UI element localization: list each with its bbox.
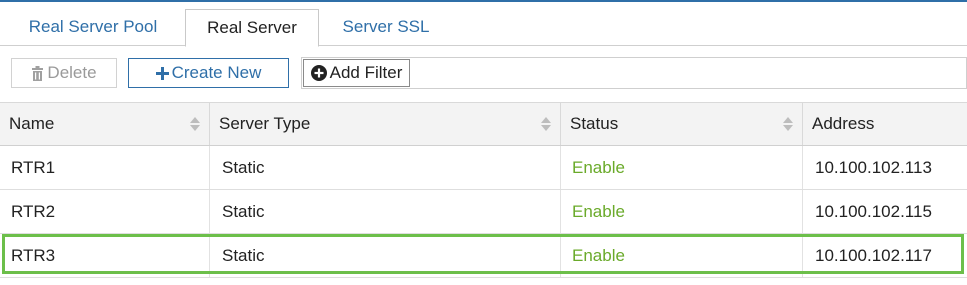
plus-circle-icon xyxy=(310,65,327,81)
create-new-button[interactable]: Create New xyxy=(128,58,289,88)
cell-server-type: Static xyxy=(210,146,561,189)
delete-button[interactable]: Delete xyxy=(11,58,117,88)
plus-icon xyxy=(155,66,169,80)
tab-real-server-pool[interactable]: Real Server Pool xyxy=(0,9,186,46)
cell-server-type: Static xyxy=(210,190,561,233)
cell-address: 10.100.102.113 xyxy=(815,158,932,177)
table-row[interactable]: RTR3 Static Enable 10.100.102.117 xyxy=(0,234,967,278)
cell-address: 10.100.102.115 xyxy=(815,202,932,221)
table-header: Name Server Type Status Address xyxy=(0,102,967,146)
cell-status: Enable xyxy=(561,190,803,233)
sort-icon xyxy=(190,117,200,131)
cell-address: 10.100.102.117 xyxy=(815,246,932,265)
column-header-label: Status xyxy=(570,114,619,133)
cell-status: Enable xyxy=(561,234,803,277)
add-filter-label: Add Filter xyxy=(329,63,403,82)
create-new-label: Create New xyxy=(171,63,262,82)
sort-icon xyxy=(541,117,551,131)
column-header-label: Address xyxy=(812,114,875,133)
cell-name: RTR3 xyxy=(0,234,210,277)
column-header-label: Server Type xyxy=(219,114,311,133)
column-header-address[interactable]: Address xyxy=(803,103,967,145)
add-filter-button[interactable]: Add Filter xyxy=(303,59,410,87)
cell-name: RTR1 xyxy=(0,146,210,189)
column-header-label: Name xyxy=(9,114,55,133)
cell-name: RTR2 xyxy=(0,190,210,233)
toolbar: Delete Create New Add Filter xyxy=(0,46,967,96)
tab-real-server[interactable]: Real Server xyxy=(185,9,319,47)
table-row[interactable]: RTR1 Static Enable 10.100.102.113 xyxy=(0,146,967,190)
delete-label: Delete xyxy=(47,63,97,82)
column-header-name[interactable]: Name xyxy=(0,103,210,145)
tab-bar: Real Server Pool Real Server Server SSL xyxy=(0,2,967,47)
table-row[interactable]: RTR2 Static Enable 10.100.102.115 xyxy=(0,190,967,234)
column-header-server-type[interactable]: Server Type xyxy=(210,103,561,145)
tab-server-ssl[interactable]: Server SSL xyxy=(318,9,454,46)
sort-icon xyxy=(783,117,793,131)
cell-server-type: Static xyxy=(210,234,561,277)
column-header-status[interactable]: Status xyxy=(561,103,803,145)
trash-icon xyxy=(31,65,44,81)
cell-status: Enable xyxy=(561,146,803,189)
